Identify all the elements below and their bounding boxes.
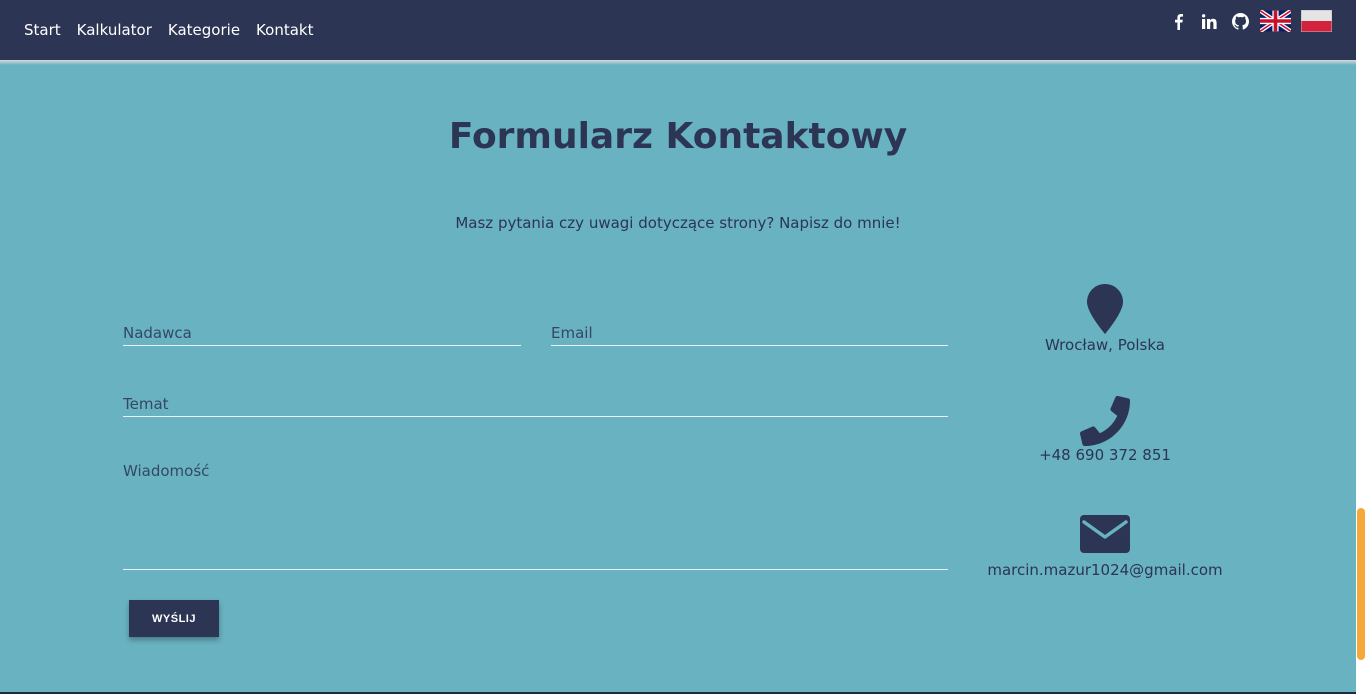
phone-icon [1080, 396, 1130, 446]
map-marker-icon [1087, 284, 1123, 334]
poland-flag-icon[interactable] [1301, 10, 1332, 32]
envelope-icon [1080, 515, 1130, 553]
subject-input[interactable] [123, 383, 948, 416]
email-field-wrapper [551, 312, 948, 346]
contact-location-text: Wrocław, Polska [1045, 336, 1165, 354]
contact-phone-text: +48 690 372 851 [1039, 446, 1171, 464]
navbar: Start Kalkulator Kategorie Kontakt [0, 0, 1356, 60]
message-textarea[interactable] [123, 454, 948, 569]
contact-location: Wrocław, Polska [965, 284, 1245, 354]
message-field-wrapper [123, 454, 948, 570]
contact-phone: +48 690 372 851 [965, 396, 1245, 464]
contact-email-text: marcin.mazur1024@gmail.com [987, 561, 1223, 579]
facebook-icon[interactable] [1168, 11, 1188, 31]
github-icon[interactable] [1230, 11, 1250, 31]
page-title: Formularz Kontaktowy [448, 116, 908, 157]
navbar-shadow [0, 60, 1356, 65]
uk-flag-icon[interactable] [1260, 10, 1291, 32]
linkedin-icon[interactable] [1199, 11, 1219, 31]
nav-link-kategorie[interactable]: Kategorie [168, 21, 240, 39]
nav-link-kalkulator[interactable]: Kalkulator [77, 21, 152, 39]
subject-field-wrapper [123, 383, 948, 417]
send-button[interactable]: WYŚLIJ [129, 600, 219, 637]
page-subtitle: Masz pytania czy uwagi dotyczące strony?… [455, 214, 901, 232]
email-input[interactable] [551, 312, 948, 345]
sender-field-wrapper [123, 312, 521, 346]
contact-email: marcin.mazur1024@gmail.com [965, 515, 1245, 579]
scrollbar-thumb[interactable] [1357, 508, 1365, 660]
nav-right-group [1157, 10, 1332, 32]
nav-link-start[interactable]: Start [24, 21, 61, 39]
nav-link-kontakt[interactable]: Kontakt [256, 21, 313, 39]
sender-input[interactable] [123, 312, 521, 345]
